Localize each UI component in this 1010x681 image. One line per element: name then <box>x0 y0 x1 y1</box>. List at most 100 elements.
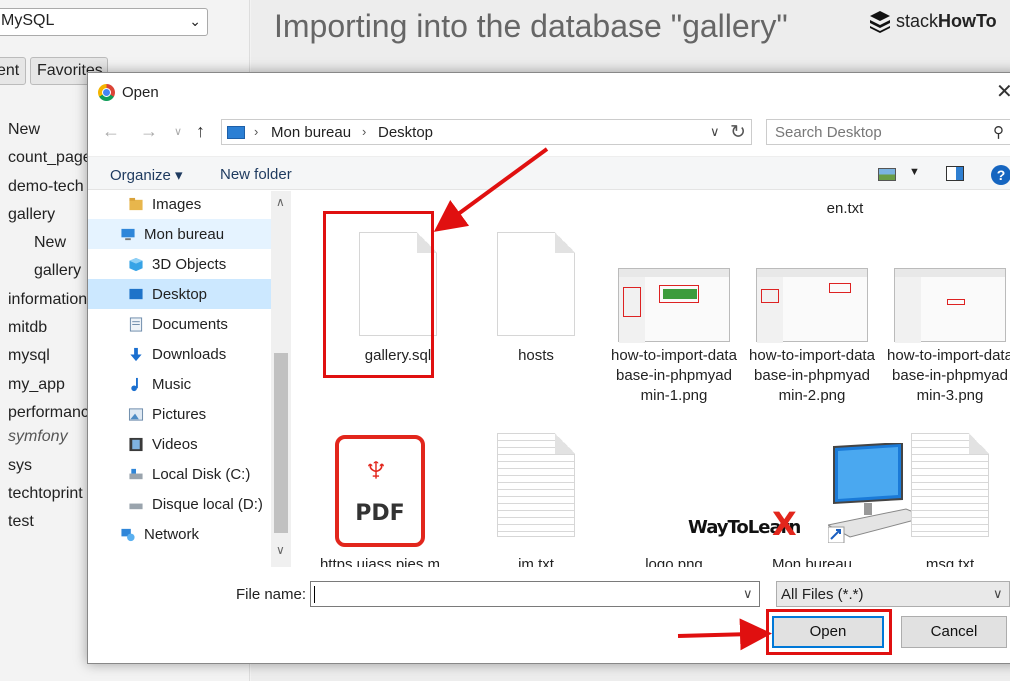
database-item[interactable]: mysql <box>8 347 50 365</box>
preview-pane-icon[interactable] <box>946 166 964 181</box>
cube-icon <box>129 257 143 272</box>
nav-item-label: Mon bureau <box>144 226 225 243</box>
chevron-down-icon: ⌄ <box>189 13 201 29</box>
database-item[interactable]: New <box>8 121 40 139</box>
nav-item-label: Images <box>152 196 202 213</box>
pdf-label: PDF <box>355 501 405 526</box>
file-name-label: File name: <box>236 586 307 603</box>
file-item-phpmyadmin-1[interactable]: how-to-import-database-in-phpmyadmin-1.p… <box>611 231 737 406</box>
back-arrow-icon[interactable]: ← <box>102 121 120 142</box>
file-name-input[interactable]: ∨ <box>310 581 760 607</box>
address-bar[interactable]: › Mon bureau › Desktop ∨ ↻ <box>221 119 752 145</box>
database-item-label: New <box>34 234 67 251</box>
breadcrumb-mon-bureau[interactable]: Mon bureau <box>271 124 351 141</box>
database-item[interactable]: performance <box>8 404 98 422</box>
nav-scrollbar-thumb[interactable] <box>274 353 288 533</box>
cancel-button[interactable]: Cancel <box>901 616 1007 648</box>
db-engine-select[interactable]: MySQL ⌄ <box>0 8 208 36</box>
text-caret <box>314 586 315 603</box>
desktop-location-icon <box>227 126 245 139</box>
file-type-select[interactable]: All Files (*.*) ∨ <box>776 581 1010 607</box>
desktop-pc-icon <box>121 228 135 241</box>
database-item-label: information <box>8 291 88 308</box>
database-item[interactable]: gallery <box>8 206 55 224</box>
file-name-dropdown-icon[interactable]: ∨ <box>743 586 753 602</box>
nav-scrollbar[interactable]: ∧ ∨ <box>271 191 291 567</box>
database-item[interactable]: gallery <box>34 262 81 280</box>
new-folder-button[interactable]: New folder <box>220 166 292 183</box>
nav-item-label: Pictures <box>152 406 207 423</box>
database-item-label: sys <box>8 457 32 474</box>
scroll-down-icon[interactable]: ∨ <box>276 543 285 557</box>
partial-file-name[interactable]: en.txt <box>782 199 908 219</box>
database-item[interactable]: test <box>8 513 34 531</box>
nav-item-downloads[interactable]: Downloads <box>88 339 271 369</box>
doc-fold <box>555 232 575 253</box>
database-item[interactable]: techtoprint <box>8 485 83 503</box>
music-note-icon <box>131 377 138 392</box>
nav-item-local-disk-c[interactable]: Local Disk (C:) <box>88 459 271 489</box>
database-item[interactable]: symfony <box>8 428 68 446</box>
nav-item-mon-bureau[interactable]: Mon bureau <box>88 219 271 249</box>
tab-recent[interactable]: ent <box>0 57 26 85</box>
nav-item-desktop[interactable]: Desktop <box>88 279 271 309</box>
refresh-icon[interactable]: ↻ <box>730 121 746 144</box>
chevron-down-icon: ∨ <box>993 586 1003 601</box>
breadcrumb-separator-icon: › <box>362 124 367 139</box>
doc-fold <box>969 433 989 454</box>
file-item-msg-txt[interactable]: msg.txt <box>887 431 1010 567</box>
view-options-dropdown-icon[interactable]: ▼ <box>909 166 920 178</box>
search-icon: ⚲ <box>993 124 1004 141</box>
nav-item-network[interactable]: Network <box>88 519 271 549</box>
file-item-phpmyadmin-2[interactable]: how-to-import-database-in-phpmyadmin-2.p… <box>749 231 875 406</box>
recent-locations-chevron-icon[interactable]: ∨ <box>174 125 182 138</box>
nav-item-label: Music <box>152 376 192 393</box>
change-view-icon[interactable] <box>878 168 896 181</box>
film-icon <box>129 437 143 452</box>
file-type-value: All Files (*.*) <box>781 586 864 603</box>
image-thumbnail <box>618 268 730 343</box>
database-item[interactable]: count_page <box>8 149 92 167</box>
database-item[interactable]: my_app <box>8 376 65 394</box>
help-icon[interactable]: ? <box>991 165 1010 185</box>
up-arrow-icon[interactable]: ↑ <box>196 121 205 142</box>
database-item-label: performance <box>8 404 98 421</box>
file-name: logo.png <box>645 556 703 567</box>
file-item-phpmyadmin-3[interactable]: how-to-import-database-in-phpmyadmin-3.p… <box>887 231 1010 406</box>
acrobat-symbol-icon: ♆ <box>361 447 391 491</box>
nav-item-documents[interactable]: Documents <box>88 309 271 339</box>
nav-item-label: Network <box>144 526 200 543</box>
breadcrumb-desktop[interactable]: Desktop <box>378 124 433 141</box>
file-item-im-txt[interactable]: im.txt <box>473 431 599 567</box>
nav-item-music[interactable]: Music <box>88 369 271 399</box>
scroll-up-icon[interactable]: ∧ <box>276 195 285 209</box>
documents-icon <box>129 317 143 332</box>
nav-item-label: Downloads <box>152 346 227 363</box>
database-item[interactable]: demo-tech <box>8 178 84 196</box>
database-item[interactable]: New <box>34 234 66 252</box>
database-item[interactable]: sys <box>8 457 32 475</box>
file-item-hosts[interactable]: hosts <box>473 231 599 381</box>
forward-arrow-icon[interactable]: → <box>140 121 158 142</box>
close-icon[interactable]: ✕ <box>996 79 1010 104</box>
nav-item-images[interactable]: Images <box>88 191 271 219</box>
nav-item-disque-local-d[interactable]: Disque local (D:) <box>88 489 271 519</box>
address-dropdown-icon[interactable]: ∨ <box>710 124 720 140</box>
file-item-logo-png[interactable]: logo.png <box>611 431 737 567</box>
db-engine-value: MySQL <box>1 12 55 29</box>
dialog-titlebar[interactable]: Open ✕ <box>88 73 1010 111</box>
organize-button[interactable]: Organize ▾ <box>110 166 183 184</box>
nav-item-videos[interactable]: Videos <box>88 429 271 459</box>
download-arrow-icon <box>130 347 142 362</box>
nav-item-label: 3D Objects <box>152 256 227 273</box>
open-button-highlight <box>766 609 892 655</box>
nav-item-3d-objects[interactable]: 3D Objects <box>88 249 271 279</box>
search-input[interactable]: Search Desktop ⚲ <box>766 119 1010 145</box>
nav-item-label: Local Disk (C:) <box>152 466 251 483</box>
file-name: how-to-import-database-in-phpmyadmin-2.p… <box>749 347 875 404</box>
database-item[interactable]: information <box>8 291 87 309</box>
nav-item-pictures[interactable]: Pictures <box>88 399 271 429</box>
stack-logo-icon <box>870 11 890 33</box>
database-item[interactable]: mitdb <box>8 319 47 337</box>
breadcrumb-separator-icon: › <box>254 124 259 139</box>
